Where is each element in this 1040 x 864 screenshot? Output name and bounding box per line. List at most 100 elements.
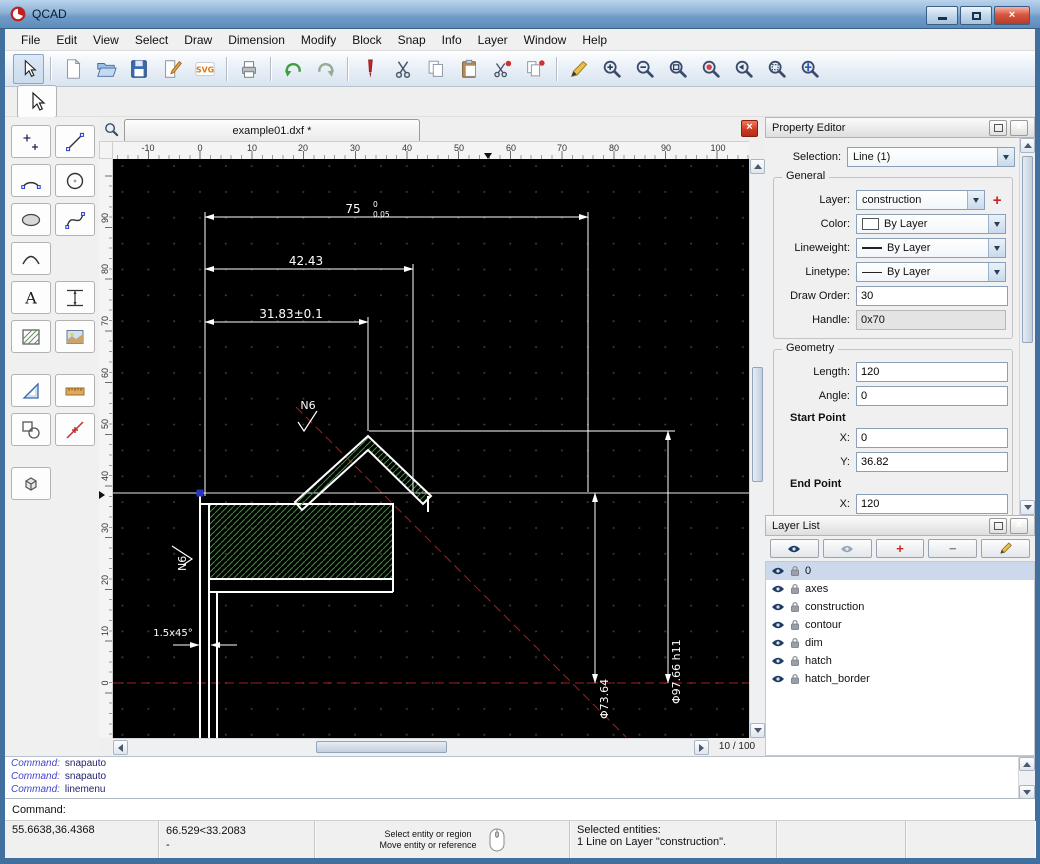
polyline-tool-button[interactable]	[11, 242, 51, 275]
point-tool-button[interactable]	[11, 125, 51, 158]
measure-tool-button[interactable]	[11, 374, 51, 407]
end-x-input[interactable]	[856, 494, 1008, 514]
previous-view-button[interactable]	[728, 54, 759, 84]
menu-modify[interactable]: Modify	[293, 30, 344, 50]
zoom-in-button[interactable]	[596, 54, 627, 84]
layer-row[interactable]: hatch_border	[766, 670, 1034, 688]
layer-lock-icon[interactable]	[790, 637, 800, 649]
menu-file[interactable]: File	[13, 30, 48, 50]
scroll-down-button[interactable]	[1020, 500, 1035, 515]
menu-draw[interactable]: Draw	[176, 30, 220, 50]
modify-tool-button[interactable]	[11, 413, 51, 446]
layer-lock-icon[interactable]	[790, 655, 800, 667]
console-scrollbar[interactable]	[1018, 757, 1035, 798]
arc-tool-button[interactable]	[11, 164, 51, 197]
paste-button[interactable]	[453, 54, 484, 84]
layer-visibility-icon[interactable]	[771, 638, 785, 648]
redo-button[interactable]	[310, 54, 341, 84]
layer-visibility-icon[interactable]	[771, 584, 785, 594]
canvas-horizontal-scrollbar[interactable]	[113, 738, 709, 755]
menu-layer[interactable]: Layer	[470, 30, 516, 50]
dropdown-button[interactable]	[967, 191, 984, 209]
zoom-window-button[interactable]	[761, 54, 792, 84]
layer-row[interactable]: 0	[766, 562, 1034, 580]
drawing-canvas[interactable]: 75 0 0.05 42.43 31.83±0.1 N6 N6 1.5x45° …	[113, 159, 749, 738]
zoom-selection-button[interactable]	[695, 54, 726, 84]
open-button[interactable]	[90, 54, 121, 84]
menu-edit[interactable]: Edit	[48, 30, 85, 50]
dropdown-button[interactable]	[988, 215, 1005, 233]
document-tab[interactable]: example01.dxf *	[124, 119, 420, 141]
scroll-down-button[interactable]	[750, 723, 765, 738]
ruler-tool-button[interactable]	[55, 374, 95, 407]
menu-info[interactable]: Info	[434, 30, 470, 50]
layer-list-float-button[interactable]	[989, 518, 1007, 534]
start-x-input[interactable]	[856, 428, 1008, 448]
angle-input[interactable]	[856, 386, 1008, 406]
layer-visibility-icon[interactable]	[771, 566, 785, 576]
scroll-thumb[interactable]	[1022, 156, 1033, 343]
layer-lock-icon[interactable]	[790, 673, 800, 685]
scroll-up-button[interactable]	[750, 159, 765, 174]
window-titlebar[interactable]: QCAD	[0, 0, 1040, 29]
menu-help[interactable]: Help	[574, 30, 615, 50]
layer-visibility-icon[interactable]	[771, 602, 785, 612]
layer-lock-icon[interactable]	[790, 601, 800, 613]
layer-visibility-icon[interactable]	[771, 620, 785, 630]
close-button[interactable]	[994, 6, 1030, 25]
scroll-up-button[interactable]	[1019, 757, 1035, 771]
print-button[interactable]	[233, 54, 264, 84]
text-tool-button[interactable]	[11, 281, 51, 314]
add-layer-quick-button[interactable]	[988, 191, 1006, 209]
undo-button[interactable]	[277, 54, 308, 84]
property-editor-close-button[interactable]	[1010, 120, 1028, 136]
edit-layer-button[interactable]	[981, 539, 1030, 558]
cut-with-reference-button[interactable]	[486, 54, 517, 84]
draw-pencil-button[interactable]	[563, 54, 594, 84]
block-tool-button[interactable]	[11, 467, 51, 500]
menu-window[interactable]: Window	[516, 30, 575, 50]
minimize-button[interactable]	[926, 6, 958, 25]
hide-all-layers-button[interactable]	[823, 539, 872, 558]
add-layer-button[interactable]	[876, 539, 925, 558]
layer-row[interactable]: hatch	[766, 652, 1034, 670]
command-input[interactable]	[72, 800, 1035, 820]
scroll-up-button[interactable]	[1020, 138, 1035, 153]
selection-option-button[interactable]	[17, 85, 57, 118]
selection-handle[interactable]	[197, 490, 204, 497]
image-tool-button[interactable]	[55, 320, 95, 353]
layer-list-close-button[interactable]	[1010, 518, 1028, 534]
lineweight-combo[interactable]: By Layer	[856, 238, 1006, 258]
layer-lock-icon[interactable]	[790, 619, 800, 631]
selection-tool-button[interactable]	[13, 54, 44, 84]
menu-select[interactable]: Select	[127, 30, 176, 50]
hatch-tool-button[interactable]	[11, 320, 51, 353]
copy-button[interactable]	[420, 54, 451, 84]
property-editor-scrollbar[interactable]	[1019, 138, 1035, 515]
scroll-right-button[interactable]	[694, 740, 709, 755]
layer-row[interactable]: dim	[766, 634, 1034, 652]
ellipse-tool-button[interactable]	[11, 203, 51, 236]
scroll-left-button[interactable]	[113, 740, 128, 755]
vertical-scroll-thumb[interactable]	[752, 367, 763, 482]
layer-row[interactable]: axes	[766, 580, 1034, 598]
dropdown-button[interactable]	[988, 239, 1005, 257]
layer-combo[interactable]: construction	[856, 190, 985, 210]
edit-drawing-button[interactable]	[156, 54, 187, 84]
cut-button[interactable]	[387, 54, 418, 84]
pan-zoom-button[interactable]	[794, 54, 825, 84]
circle-tool-button[interactable]	[55, 164, 95, 197]
dropdown-button[interactable]	[997, 148, 1014, 166]
dropdown-button[interactable]	[988, 263, 1005, 281]
start-y-input[interactable]	[856, 452, 1008, 472]
layer-row[interactable]: contour	[766, 616, 1034, 634]
linetype-combo[interactable]: By Layer	[856, 262, 1006, 282]
tab-close-button[interactable]	[741, 120, 758, 137]
horizontal-scroll-thumb[interactable]	[316, 741, 447, 753]
zoom-out-button[interactable]	[629, 54, 660, 84]
layer-visibility-icon[interactable]	[771, 656, 785, 666]
new-document-button[interactable]	[57, 54, 88, 84]
layer-lock-icon[interactable]	[790, 565, 800, 577]
selection-combo[interactable]: Line (1)	[847, 147, 1015, 167]
spline-tool-button[interactable]	[55, 203, 95, 236]
